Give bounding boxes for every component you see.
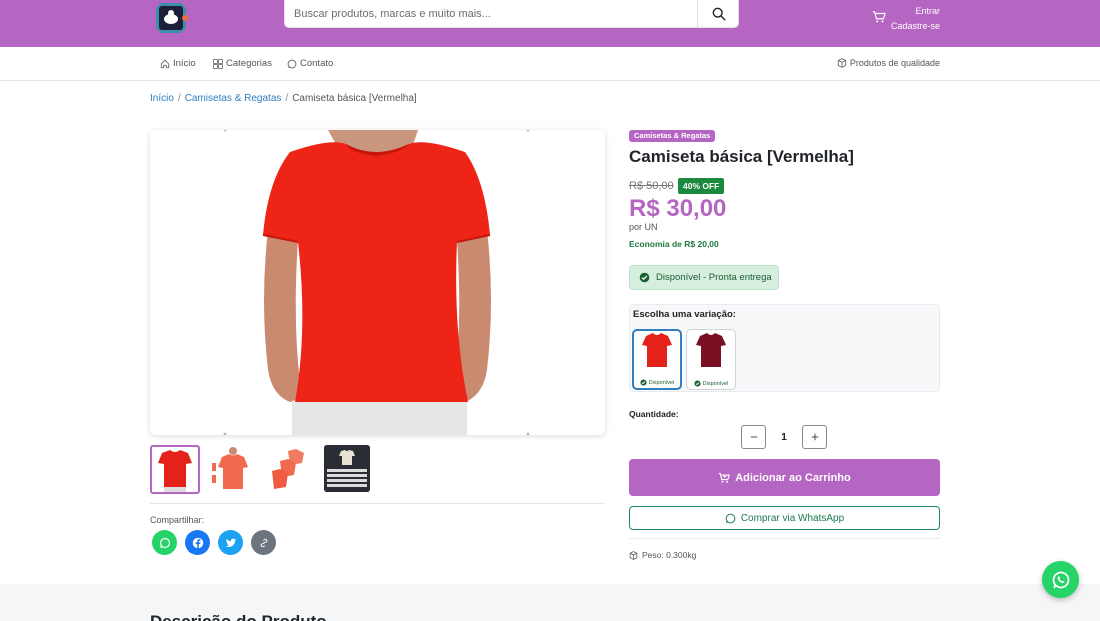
top-header: Entrar Cadastre-se xyxy=(0,0,1100,47)
check-circle-icon xyxy=(639,272,650,283)
check-circle-icon xyxy=(694,380,701,387)
savings-text: Economia de R$ 20,00 xyxy=(629,239,719,249)
nav-item-label: Contato xyxy=(300,58,334,69)
nav-item-categories[interactable]: Categorias xyxy=(213,58,272,69)
quality-note: Produtos de qualidade xyxy=(837,58,940,68)
product-main-image[interactable] xyxy=(150,130,605,435)
cart-plus-icon xyxy=(718,472,731,483)
minus-icon xyxy=(750,436,757,438)
variation-selector: Escolha uma variação: Disponível Disponí… xyxy=(629,304,940,392)
plus-icon xyxy=(811,433,818,441)
nav-item-label: Início xyxy=(173,58,196,69)
quantity-input[interactable] xyxy=(766,425,802,449)
account-links: Entrar Cadastre-se xyxy=(891,4,940,34)
nav-item-label: Categorias xyxy=(226,58,272,69)
current-price: R$ 30,00 xyxy=(629,195,727,222)
search-button[interactable] xyxy=(697,0,739,28)
buy-via-whatsapp-label: Comprar via WhatsApp xyxy=(740,512,845,524)
breadcrumb-category[interactable]: Camisetas & Regatas xyxy=(185,93,282,104)
whatsapp-icon xyxy=(159,537,170,548)
search-icon xyxy=(712,7,726,21)
variation-status: Disponível xyxy=(687,380,735,387)
thumbnail-4[interactable] xyxy=(324,445,370,492)
share-whatsapp-button[interactable] xyxy=(152,530,177,555)
whatsapp-icon xyxy=(1052,571,1069,588)
add-to-cart-button[interactable]: Adicionar ao Carrinho xyxy=(629,459,940,496)
box-icon xyxy=(629,550,638,560)
divider xyxy=(629,538,940,539)
share-facebook-button[interactable] xyxy=(185,530,210,555)
nav-item-contact[interactable]: Contato xyxy=(287,58,333,69)
share-label: Compartilhar: xyxy=(150,515,205,525)
quantity-label: Quantidade: xyxy=(629,409,679,419)
facebook-icon xyxy=(192,537,203,549)
breadcrumb-home[interactable]: Início xyxy=(150,93,174,104)
twitter-icon xyxy=(225,538,236,547)
buy-via-whatsapp-button[interactable]: Comprar via WhatsApp xyxy=(629,506,940,530)
copy-link-button[interactable] xyxy=(251,530,276,555)
login-link[interactable]: Entrar xyxy=(891,4,940,19)
variation-option-red[interactable]: Disponível xyxy=(632,329,682,390)
floating-whatsapp-button[interactable] xyxy=(1042,561,1079,598)
breadcrumb: Início / Camisetas & Regatas / Camiseta bási… xyxy=(150,93,417,104)
breadcrumb-current: Camiseta básica [Vermelha] xyxy=(292,93,417,104)
whatsapp-icon xyxy=(287,59,297,68)
stock-label: Disponível - Pronta entrega xyxy=(656,272,772,283)
divider xyxy=(150,503,605,504)
search-bar xyxy=(284,0,739,28)
box-icon xyxy=(837,58,847,68)
quantity-increase-button[interactable] xyxy=(802,425,827,449)
product-title: Camiseta básica [Vermelha] xyxy=(629,147,854,166)
main-nav: Início Categorias Contato Produtos de qu… xyxy=(0,47,1100,81)
variation-option-wine[interactable]: Disponível xyxy=(686,329,736,390)
home-icon xyxy=(160,59,170,68)
search-input[interactable] xyxy=(285,0,697,28)
stock-status: Disponível - Pronta entrega xyxy=(629,265,779,290)
quantity-decrease-button[interactable] xyxy=(741,425,766,449)
store-logo[interactable] xyxy=(152,2,190,34)
add-to-cart-label: Adicionar ao Carrinho xyxy=(735,471,851,484)
description-section: Descrição do Produto xyxy=(0,584,1100,621)
signup-link[interactable]: Cadastre-se xyxy=(891,19,940,34)
price-unit: por UN xyxy=(629,222,658,232)
thumbnail-3[interactable] xyxy=(266,445,316,494)
variation-status: Disponível xyxy=(634,379,680,386)
share-buttons xyxy=(152,530,276,555)
link-icon xyxy=(260,538,267,547)
category-badge[interactable]: Camisetas & Regatas xyxy=(629,130,716,142)
cart-button[interactable] xyxy=(872,10,888,26)
discount-badge: 40% OFF xyxy=(678,178,725,194)
check-circle-icon xyxy=(640,379,647,386)
cart-icon xyxy=(872,11,886,23)
weight-label: Peso: 0.300kg xyxy=(642,550,697,560)
whatsapp-icon xyxy=(725,513,736,523)
product-weight: Peso: 0.300kg xyxy=(629,550,696,560)
quality-label: Produtos de qualidade xyxy=(849,58,940,68)
thumbnail-1[interactable] xyxy=(150,445,200,494)
variation-label: Escolha uma variação: xyxy=(633,309,736,320)
old-price: R$ 50,00 xyxy=(629,180,674,192)
thumbnail-2[interactable] xyxy=(208,445,258,494)
description-title: Descrição do Produto xyxy=(150,612,327,621)
nav-item-home[interactable]: Início xyxy=(160,58,196,69)
grid-icon xyxy=(213,58,223,69)
share-twitter-button[interactable] xyxy=(218,530,243,555)
thumbnail-strip xyxy=(150,445,370,494)
